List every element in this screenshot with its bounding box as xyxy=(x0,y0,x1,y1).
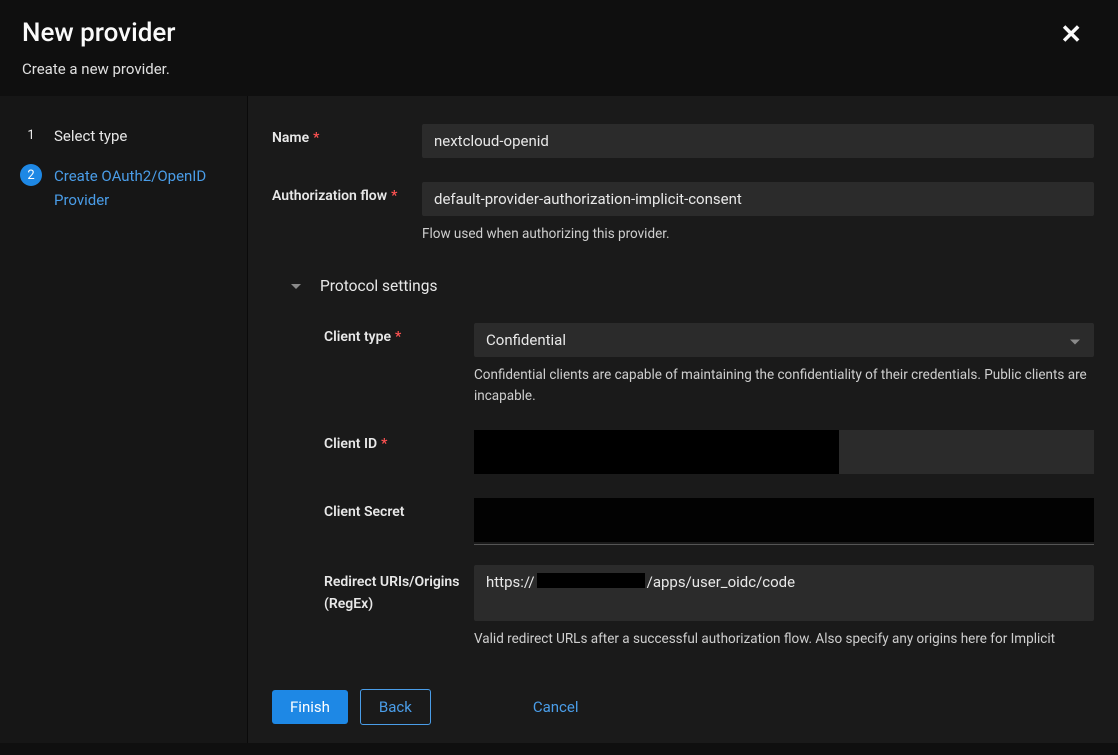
step-number: 2 xyxy=(20,164,42,186)
step-select-type[interactable]: 1 Select type xyxy=(20,124,227,148)
step-label: Create OAuth2/OpenID Provider xyxy=(54,164,227,212)
finish-button[interactable]: Finish xyxy=(272,690,348,724)
step-number: 1 xyxy=(20,124,42,146)
back-button[interactable]: Back xyxy=(360,689,431,725)
dialog-subtitle: Create a new provider. xyxy=(22,60,1096,78)
name-label: Name* xyxy=(272,124,408,146)
dialog-footer: Finish Back Cancel xyxy=(248,671,1118,743)
field-client-type: Client type* Confidential Confidential c… xyxy=(272,323,1094,406)
auth-flow-help: Flow used when authorizing this provider… xyxy=(422,224,1094,244)
client-type-help: Confidential clients are capable of main… xyxy=(474,365,1094,406)
chevron-down-icon xyxy=(290,276,302,295)
step-create-provider[interactable]: 2 Create OAuth2/OpenID Provider xyxy=(20,164,227,212)
redirect-input[interactable]: https:///apps/user_oidc/code xyxy=(474,565,1094,621)
protocol-settings-title: Protocol settings xyxy=(320,277,437,295)
redirect-label: Redirect URIs/Origins (RegEx) xyxy=(324,565,460,616)
client-type-label: Client type* xyxy=(324,323,460,345)
client-type-select[interactable]: Confidential xyxy=(474,323,1094,357)
auth-flow-label: Authorization flow* xyxy=(272,182,408,204)
auth-flow-input[interactable] xyxy=(422,182,1094,216)
field-client-id: Client ID* xyxy=(272,430,1094,474)
dialog-title: New provider xyxy=(22,18,1096,48)
protocol-settings-toggle[interactable]: Protocol settings xyxy=(290,276,1094,295)
client-id-label: Client ID* xyxy=(324,430,460,452)
cancel-button[interactable]: Cancel xyxy=(515,690,597,724)
client-secret-input[interactable] xyxy=(474,498,1094,542)
redirect-help: Valid redirect URLs after a successful a… xyxy=(474,629,1094,648)
redacted-host xyxy=(537,573,645,588)
close-button[interactable]: ✕ xyxy=(1060,22,1082,48)
step-label: Select type xyxy=(54,124,127,148)
dialog-header: New provider Create a new provider. ✕ xyxy=(0,0,1118,96)
client-id-input[interactable] xyxy=(474,430,1094,474)
field-redirect-uris: Redirect URIs/Origins (RegEx) https:///a… xyxy=(272,565,1094,648)
redacted-value xyxy=(474,430,839,474)
wizard-steps-sidebar: 1 Select type 2 Create OAuth2/OpenID Pro… xyxy=(0,96,248,743)
client-secret-label: Client Secret xyxy=(324,498,460,520)
name-input[interactable] xyxy=(422,124,1094,158)
form-content: Name* Authorization flow* Flow used when… xyxy=(248,96,1118,743)
field-client-secret: Client Secret xyxy=(272,498,1094,545)
field-authorization-flow: Authorization flow* Flow used when autho… xyxy=(272,182,1094,244)
close-icon: ✕ xyxy=(1060,20,1082,50)
field-name: Name* xyxy=(272,124,1094,158)
